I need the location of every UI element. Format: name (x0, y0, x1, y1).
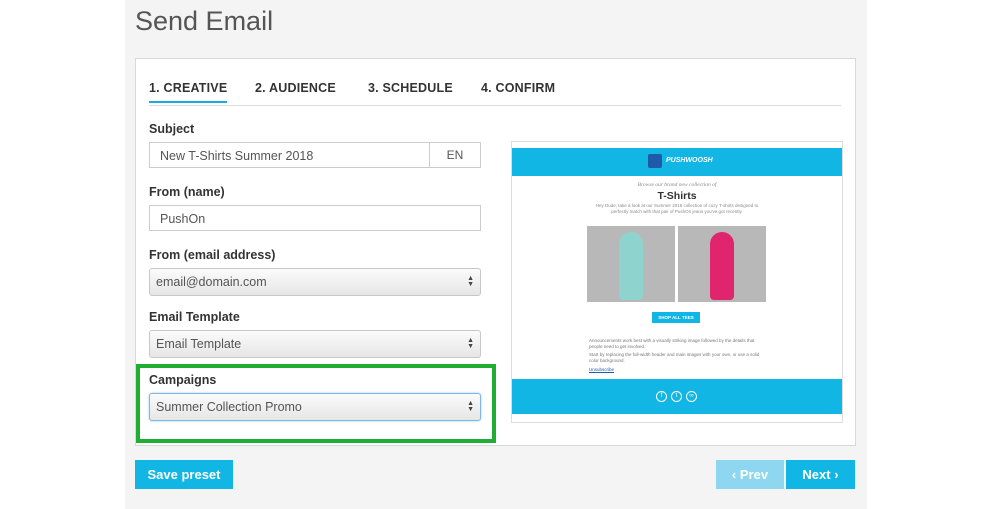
preview-brand: PUSHWOOSH (666, 157, 713, 164)
preview-footer: f t ∞ (512, 379, 842, 414)
tab-schedule[interactable]: 3. SCHEDULE (368, 81, 453, 101)
template-value: Email Template (156, 337, 242, 351)
save-preset-button[interactable]: Save preset (135, 460, 233, 489)
from-email-value: email@domain.com (156, 275, 267, 289)
tab-creative[interactable]: 1. CREATIVE (149, 81, 228, 103)
email-preview: PUSHWOOSH Browse our brand new collectio… (511, 141, 843, 423)
tab-audience[interactable]: 2. AUDIENCE (255, 81, 336, 101)
subject-value: New T-Shirts Summer 2018 (160, 149, 314, 163)
facebook-icon: f (656, 391, 667, 402)
preview-unsubscribe: Unsubscribe (589, 367, 615, 372)
select-arrows-icon: ▲ ▼ (467, 337, 474, 350)
language-selector[interactable]: EN (429, 142, 480, 168)
from-email-label: From (email address) (149, 248, 276, 262)
link-icon: ∞ (686, 391, 697, 402)
chevron-left-icon: ‹ (731, 467, 737, 482)
chevron-right-icon: › (834, 467, 839, 482)
prev-button[interactable]: ‹ Prev (716, 460, 784, 489)
select-arrows-icon: ▲ ▼ (467, 400, 474, 413)
preview-intro: Hey Dude, take a look at our Summer 2018… (595, 203, 759, 214)
subject-input[interactable]: New T-Shirts Summer 2018 EN (149, 142, 481, 168)
pushwoosh-logo-icon (648, 154, 662, 168)
preview-kicker: Browse our brand new collection of (637, 182, 717, 188)
preview-product: T-Shirts (657, 190, 697, 202)
preview-image-2 (678, 226, 766, 302)
from-name-value: PushOn (160, 212, 206, 226)
preview-body-2: Start by replacing the full-width header… (589, 352, 760, 363)
from-email-select[interactable]: email@domain.com ▲ ▼ (149, 268, 481, 296)
from-name-label: From (name) (149, 185, 225, 199)
campaigns-value: Summer Collection Promo (156, 400, 302, 414)
tab-confirm[interactable]: 4. CONFIRM (481, 81, 555, 101)
subject-label: Subject (149, 122, 195, 136)
preview-body-1: Announcements work best with a visually … (589, 338, 755, 349)
twitter-icon: t (671, 391, 682, 402)
page: Send Email 1. CREATIVE 2. AUDIENCE 3. SC… (125, 0, 867, 509)
campaigns-label: Campaigns (149, 373, 217, 387)
page-title: Send Email (135, 6, 274, 36)
next-button[interactable]: Next › (786, 460, 855, 489)
prev-label: Prev (739, 467, 769, 482)
send-email-card: 1. CREATIVE 2. AUDIENCE 3. SCHEDULE 4. C… (135, 58, 856, 446)
template-label: Email Template (149, 310, 240, 324)
from-name-input[interactable]: PushOn (149, 205, 481, 231)
select-arrows-icon: ▲ ▼ (467, 275, 474, 288)
next-label: Next (802, 467, 831, 482)
preview-image-1 (587, 226, 675, 302)
preview-header: PUSHWOOSH (512, 148, 842, 176)
preview-cta-button: SHOP ALL TEES (652, 312, 700, 323)
template-select[interactable]: Email Template ▲ ▼ (149, 330, 481, 358)
campaigns-select[interactable]: Summer Collection Promo ▲ ▼ (149, 393, 481, 421)
step-tabs: 1. CREATIVE 2. AUDIENCE 3. SCHEDULE 4. C… (149, 81, 841, 106)
